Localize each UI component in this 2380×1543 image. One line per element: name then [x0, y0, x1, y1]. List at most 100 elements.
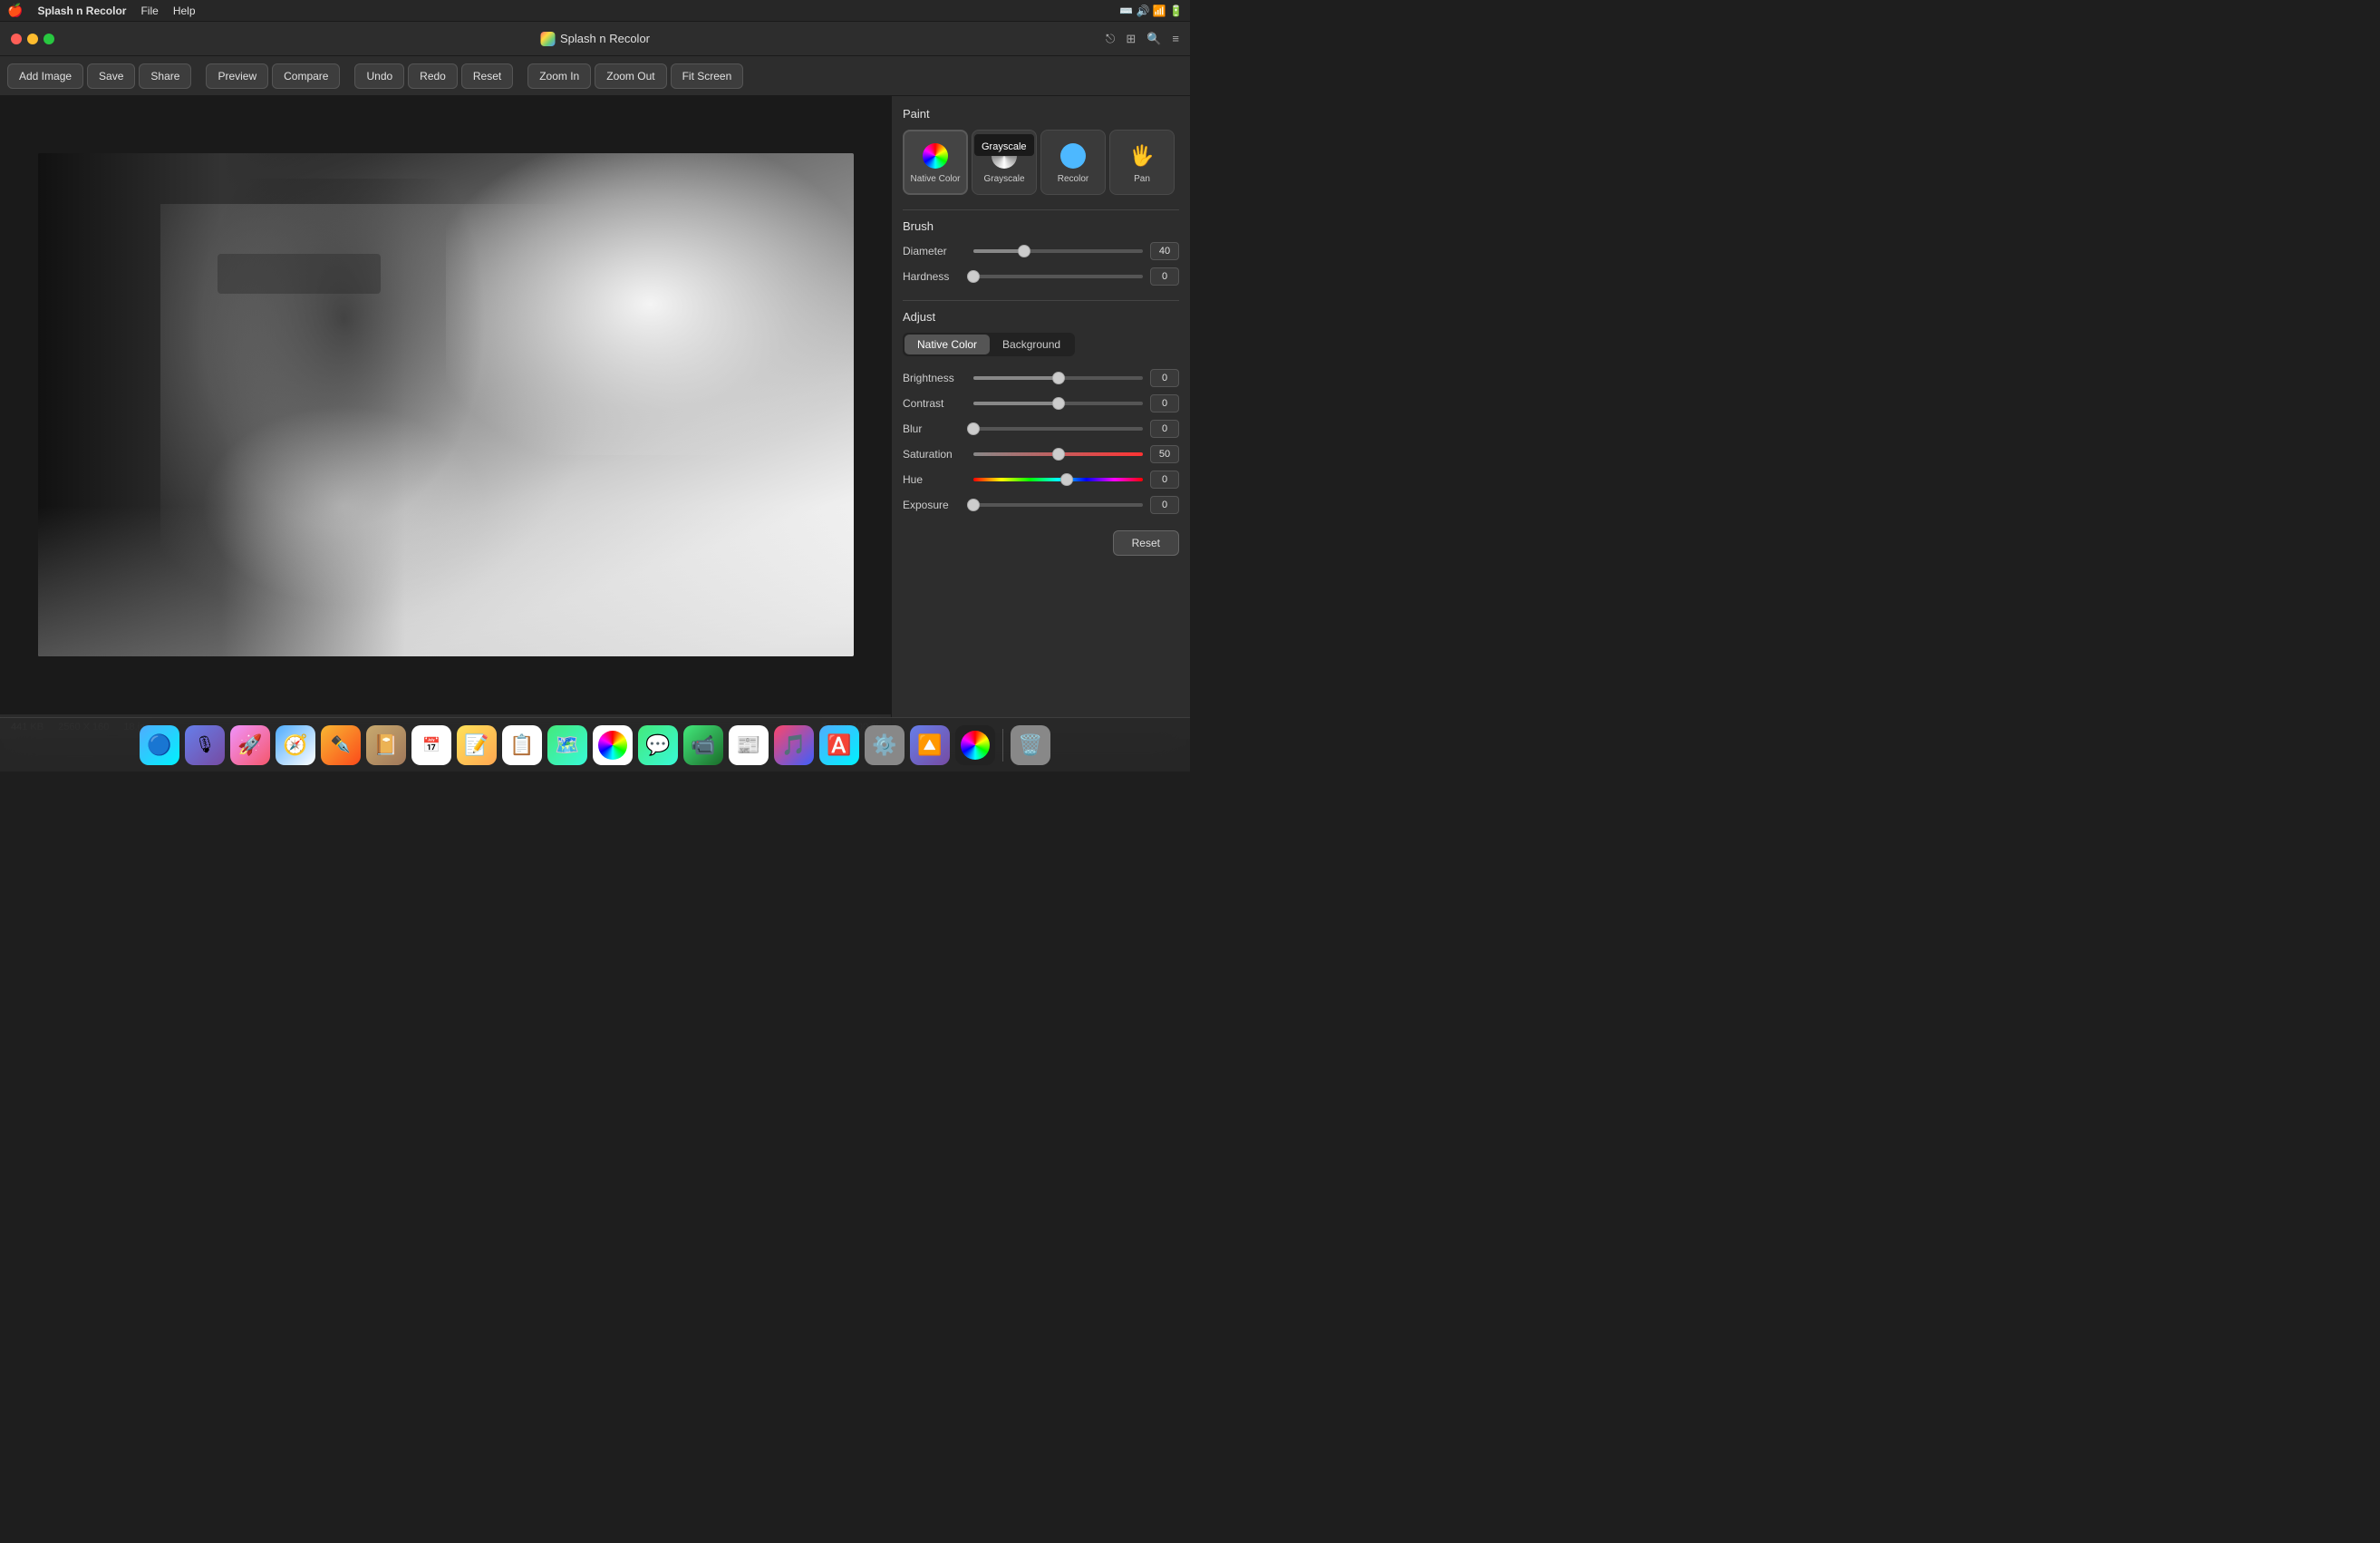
dock-launchpad2[interactable]: 🔼	[910, 725, 950, 765]
tab-background[interactable]: Background	[990, 335, 1073, 354]
hardness-thumb[interactable]	[967, 270, 980, 283]
file-menu-item[interactable]: File	[140, 5, 158, 17]
undo-button[interactable]: Undo	[354, 63, 404, 89]
dock-reminders[interactable]: 📋	[502, 725, 542, 765]
blur-value: 0	[1150, 420, 1179, 438]
brightness-slider[interactable]	[973, 376, 1143, 380]
grayscale-tool[interactable]: Grayscale Grayscale	[972, 130, 1037, 195]
dock-siri[interactable]: 🎙	[185, 725, 225, 765]
menu-icon[interactable]: ≡	[1172, 32, 1179, 45]
menubar-right-icons: ⌨️ 🔊 📶 🔋	[1119, 5, 1183, 17]
brightness-value: 0	[1150, 369, 1179, 387]
app-menu-item[interactable]: Splash n Recolor	[37, 5, 126, 17]
hardness-label: Hardness	[903, 270, 966, 283]
brush-title: Brush	[903, 219, 1179, 233]
dock-splash[interactable]	[955, 725, 995, 765]
hardness-value: 0	[1150, 267, 1179, 286]
brightness-thumb[interactable]	[1052, 372, 1065, 384]
preview-button[interactable]: Preview	[206, 63, 268, 89]
fit-screen-button[interactable]: Fit Screen	[671, 63, 744, 89]
image-canvas[interactable]	[38, 153, 854, 656]
exposure-label: Exposure	[903, 499, 966, 511]
display-icon[interactable]: ⊞	[1126, 32, 1136, 46]
pan-label: Pan	[1134, 174, 1150, 184]
divider-1	[903, 209, 1179, 210]
cast-icon[interactable]: ⎋	[1106, 32, 1115, 46]
hue-row: Hue 0	[903, 471, 1179, 489]
native-color-tool[interactable]: Native Color	[903, 130, 968, 195]
compare-button[interactable]: Compare	[272, 63, 340, 89]
adjust-tabs: Native Color Background	[903, 333, 1075, 356]
dock-launchpad[interactable]: 🚀	[230, 725, 270, 765]
grayscale-label: Grayscale	[983, 174, 1024, 184]
blur-slider[interactable]	[973, 427, 1143, 431]
paint-tools: Native Color Grayscale Grayscale	[903, 130, 1179, 195]
brightness-row: Brightness 0	[903, 369, 1179, 387]
dock-quill[interactable]: ✒️	[321, 725, 361, 765]
blur-row: Blur 0	[903, 420, 1179, 438]
dock-safari[interactable]: 🧭	[276, 725, 315, 765]
dock-maps[interactable]: 🗺️	[547, 725, 587, 765]
help-menu-item[interactable]: Help	[173, 5, 196, 17]
zoom-in-button[interactable]: Zoom In	[527, 63, 591, 89]
exposure-value: 0	[1150, 496, 1179, 514]
dock-calendar[interactable]: 📅	[411, 725, 451, 765]
dock-messages[interactable]: 💬	[638, 725, 678, 765]
close-button[interactable]	[11, 34, 22, 44]
share-button[interactable]: Share	[139, 63, 191, 89]
dock-finder[interactable]: 🔵	[140, 725, 179, 765]
toolbar: Add Image Save Share Preview Compare Und…	[0, 56, 1190, 96]
saturation-slider[interactable]	[973, 452, 1143, 456]
contrast-thumb[interactable]	[1052, 397, 1065, 410]
pan-tool[interactable]: 🖐 Pan	[1109, 130, 1175, 195]
blur-thumb[interactable]	[967, 422, 980, 435]
hue-value: 0	[1150, 471, 1179, 489]
dock-preferences[interactable]: ⚙️	[865, 725, 905, 765]
diameter-slider[interactable]	[973, 249, 1143, 253]
search-icon[interactable]: 🔍	[1146, 32, 1161, 46]
dock-trash[interactable]: 🗑️	[1011, 725, 1050, 765]
contrast-row: Contrast 0	[903, 394, 1179, 412]
add-image-button[interactable]: Add Image	[7, 63, 83, 89]
dock-appstore[interactable]: 🅰️	[819, 725, 859, 765]
saturation-value: 50	[1150, 445, 1179, 463]
recolor-label: Recolor	[1058, 174, 1088, 184]
reset-button[interactable]: Reset	[461, 63, 513, 89]
app-icon	[540, 32, 555, 46]
hue-slider[interactable]	[973, 478, 1143, 481]
grayscale-icon	[990, 141, 1019, 170]
dock-separator	[1002, 729, 1003, 762]
exposure-slider[interactable]	[973, 503, 1143, 507]
native-color-icon	[921, 141, 950, 170]
tab-native-color[interactable]: Native Color	[905, 335, 990, 354]
minimize-button[interactable]	[27, 34, 38, 44]
zoom-out-button[interactable]: Zoom Out	[595, 63, 666, 89]
hardness-slider[interactable]	[973, 275, 1143, 278]
native-color-label: Native Color	[910, 174, 960, 184]
dock-photos[interactable]	[593, 725, 633, 765]
diameter-row: Diameter 40	[903, 242, 1179, 260]
dock-contacts[interactable]: 📔	[366, 725, 406, 765]
hue-thumb[interactable]	[1060, 473, 1073, 486]
brightness-label: Brightness	[903, 372, 966, 384]
dock-music[interactable]: 🎵	[774, 725, 814, 765]
canvas-wrap[interactable]	[0, 96, 891, 713]
dock-news[interactable]: 📰	[729, 725, 769, 765]
apple-menu[interactable]: 🍎	[7, 3, 23, 18]
redo-button[interactable]: Redo	[408, 63, 458, 89]
saturation-thumb[interactable]	[1052, 448, 1065, 461]
contrast-slider[interactable]	[973, 402, 1143, 405]
adjust-reset-button[interactable]: Reset	[1113, 530, 1179, 556]
dock-facetime[interactable]: 📹	[683, 725, 723, 765]
window-title: Splash n Recolor	[540, 32, 650, 46]
dock-notes[interactable]: 📝	[457, 725, 497, 765]
saturation-label: Saturation	[903, 448, 966, 461]
traffic-lights	[11, 34, 54, 44]
diameter-thumb[interactable]	[1018, 245, 1030, 257]
save-button[interactable]: Save	[87, 63, 135, 89]
diameter-value: 40	[1150, 242, 1179, 260]
exposure-thumb[interactable]	[967, 499, 980, 511]
maximize-button[interactable]	[44, 34, 54, 44]
dock: 🔵 🎙 🚀 🧭 ✒️ 📔 📅 📝 📋	[0, 717, 1190, 772]
recolor-tool[interactable]: Recolor	[1040, 130, 1106, 195]
